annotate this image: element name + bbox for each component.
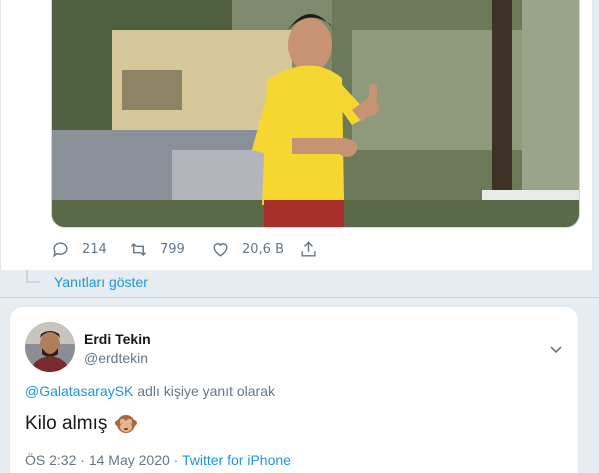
reply-context: @GalatasaraySK adlı kişiye yanıt olarak — [25, 383, 275, 399]
show-replies-link[interactable]: Yanıtları göster — [54, 274, 148, 290]
retweet-count: 799 — [160, 241, 185, 257]
tweet-source-link[interactable]: Twitter for iPhone — [182, 452, 291, 468]
tweet-text: Kilo almış — [25, 413, 138, 435]
tweet-photo[interactable] — [51, 0, 580, 228]
author-handle[interactable]: @erdtekin — [84, 350, 148, 366]
tweet-date[interactable]: 14 May 2020 — [89, 452, 170, 468]
tweet-meta: ÖS 2:32 · 14 May 2020 · Twitter for iPho… — [25, 452, 291, 468]
see-no-evil-monkey-icon — [115, 415, 138, 433]
retweet-icon — [130, 242, 147, 256]
thread-connector-elbow — [26, 281, 40, 283]
like-count: 20,6 B — [242, 241, 284, 257]
tweet-time[interactable]: ÖS 2:32 — [25, 452, 76, 468]
author-name[interactable]: Erdi Tekin — [84, 331, 151, 347]
reply-context-text: adlı kişiye yanıt olarak — [133, 383, 275, 399]
previous-tweet-card[interactable]: 214 799 20,6 B — [0, 0, 593, 270]
like-button[interactable]: 20,6 B — [211, 240, 299, 259]
chevron-down-icon[interactable] — [548, 341, 564, 357]
tweet-action-bar: 214 799 20,6 B — [51, 236, 318, 262]
tweet-divider — [0, 297, 599, 298]
share-button[interactable] — [299, 240, 318, 259]
share-icon — [301, 240, 316, 257]
reply-icon — [53, 241, 68, 258]
reply-count: 214 — [82, 241, 107, 257]
tweet-text-body: Kilo almış — [25, 413, 108, 434]
reply-button[interactable]: 214 — [51, 240, 129, 259]
reply-mention-link[interactable]: @GalatasaraySK — [25, 383, 133, 399]
retweet-button[interactable]: 799 — [129, 240, 205, 259]
meta-separator: · — [76, 452, 89, 468]
meta-separator: · — [169, 452, 182, 468]
reply-tweet-card[interactable]: Erdi Tekin @erdtekin @GalatasaraySK adlı… — [9, 306, 579, 473]
avatar[interactable] — [25, 322, 75, 372]
heart-icon — [213, 242, 228, 257]
